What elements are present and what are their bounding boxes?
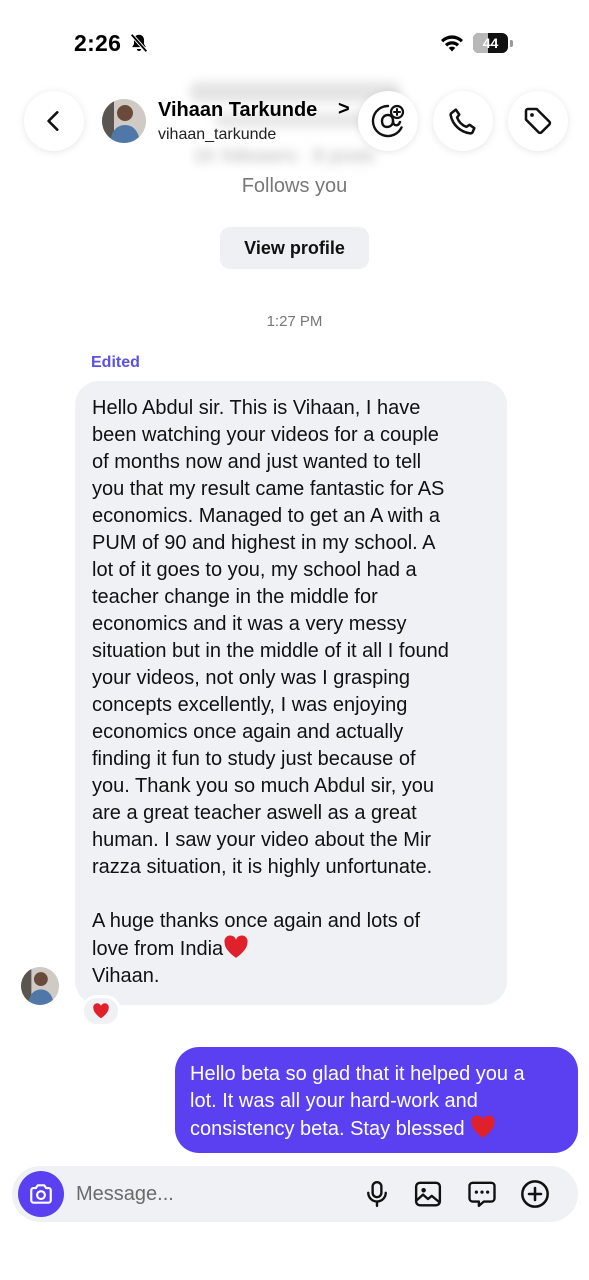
- wifi-icon: [441, 35, 463, 52]
- outgoing-message-bubble[interactable]: Hello beta so glad that it helped you a …: [175, 1047, 578, 1153]
- threads-add-icon: [371, 104, 405, 138]
- message-line: economics. Managed to get an A with a: [92, 505, 440, 527]
- avatar-image: [21, 967, 59, 1005]
- sender-avatar[interactable]: [21, 967, 59, 1005]
- message-timestamp: 1:27 PM: [266, 313, 323, 330]
- tag-icon: [524, 107, 552, 135]
- camera-button[interactable]: [18, 1171, 64, 1217]
- status-time: 2:26: [74, 30, 122, 56]
- view-profile-button[interactable]: View profile: [220, 227, 369, 269]
- message-line: love from India: [92, 935, 491, 963]
- message-line: lot. It was all your hard-work and: [190, 1090, 478, 1112]
- chevron-left-icon: [47, 111, 59, 131]
- message-signature: Vihaan.: [92, 965, 160, 987]
- battery-icon: 44: [473, 33, 513, 53]
- contact-name[interactable]: Vihaan Tarkunde: [158, 99, 317, 122]
- message-line: teacher change in the middle for: [92, 586, 378, 608]
- plus-icon: [521, 1180, 549, 1208]
- message-text: love from India: [92, 938, 224, 960]
- message-line: finding it fun to study just because of: [92, 748, 416, 770]
- tag-button[interactable]: [508, 91, 568, 151]
- threads-button[interactable]: [358, 91, 418, 151]
- message-line: Hello beta so glad that it helped you a: [190, 1063, 525, 1085]
- gallery-button[interactable]: [411, 1177, 445, 1211]
- heart-icon: [93, 1003, 109, 1019]
- message-line: Hello Abdul sir. This is Vihaan, I have: [92, 397, 421, 419]
- message-line: human. I saw your video about the Mir: [92, 829, 432, 851]
- add-button[interactable]: [518, 1177, 552, 1211]
- message-line: your videos, not only was I grasping: [92, 667, 410, 689]
- sticker-icon: [468, 1181, 496, 1208]
- message-line: been watching your videos for a couple: [92, 424, 439, 446]
- message-input[interactable]: [76, 1178, 326, 1210]
- message-line: situation but in the middle of it all I …: [92, 640, 449, 662]
- message-line: of months now and just wanted to tell: [92, 451, 422, 473]
- incoming-message-bubble[interactable]: Hello Abdul sir. This is Vihaan, I have …: [75, 381, 507, 1005]
- battery-percent: 44: [482, 35, 499, 51]
- bell-slash-icon: [130, 33, 148, 53]
- call-button[interactable]: [433, 91, 493, 151]
- message-line: lot of it goes to you, my school had a: [92, 559, 417, 581]
- blurred-profile-stats: 1K followers · 8 posts: [193, 146, 375, 167]
- camera-icon: [30, 1184, 52, 1204]
- message-line: concepts excellently, I was enjoying: [92, 694, 408, 716]
- reaction-badge[interactable]: [81, 995, 121, 1027]
- phone-icon: [449, 108, 476, 135]
- message-line: PUM of 90 and highest in my school. A: [92, 532, 436, 554]
- message-line: razza situation, it is highly unfortunat…: [92, 856, 433, 878]
- message-line: consistency beta. Stay blessed: [190, 1115, 564, 1143]
- mic-button[interactable]: [360, 1177, 394, 1211]
- heart-icon: [224, 935, 248, 958]
- message-line: A huge thanks once again and lots of: [92, 910, 421, 932]
- mic-icon: [367, 1180, 387, 1208]
- heart-icon: [471, 1115, 495, 1138]
- edited-label: Edited: [91, 354, 140, 371]
- avatar-image: [102, 99, 146, 143]
- avatar[interactable]: [102, 99, 146, 143]
- sticker-button[interactable]: [465, 1177, 499, 1211]
- message-line: economics once again and actually: [92, 721, 404, 743]
- contact-username: vihaan_tarkunde: [158, 126, 277, 143]
- gallery-icon: [414, 1181, 442, 1207]
- follows-you-label: Follows you: [241, 175, 348, 197]
- message-line: are a great teacher aswell as a great: [92, 802, 417, 824]
- message-line: economics and it was a very messy: [92, 613, 407, 635]
- message-line: you. Thank you so much Abdul sir, you: [92, 775, 435, 797]
- message-line: you that my result came fantastic for AS: [92, 478, 445, 500]
- chevron-right-icon[interactable]: >: [338, 98, 350, 121]
- back-button[interactable]: [24, 91, 84, 151]
- message-text: consistency beta. Stay blessed: [190, 1118, 465, 1140]
